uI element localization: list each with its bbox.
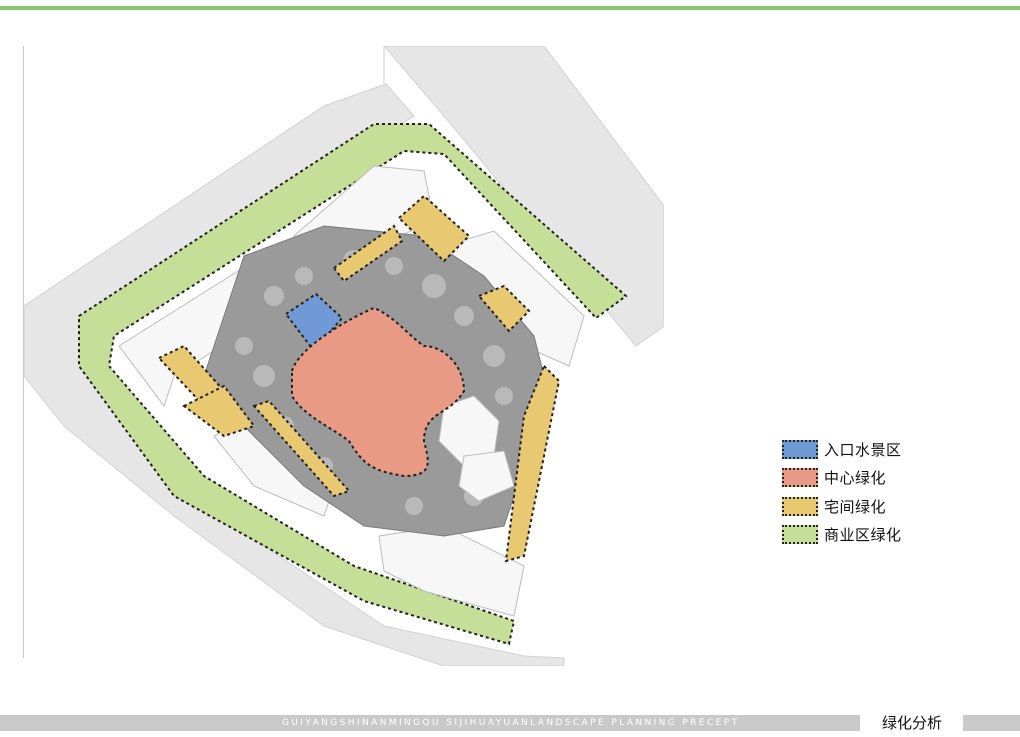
legend-item-inter-building-green: 宅间绿化 <box>782 495 952 517</box>
legend-item-central-green: 中心绿化 <box>782 467 952 489</box>
legend-label-central-green: 中心绿化 <box>824 469 887 487</box>
legend-swatch-commercial-green <box>782 525 818 544</box>
site-plan-map <box>23 45 665 667</box>
legend-swatch-entrance-water <box>782 439 818 459</box>
footer-subtitle: GUIYANGSHINANMINGQU SIJIHUAYUANLANDSCAPE… <box>282 718 740 728</box>
legend-label-commercial-green: 商业区绿化 <box>824 526 902 544</box>
legend-label-entrance-water: 入口水景区 <box>824 440 902 459</box>
legend-item-entrance-water: 入口水景区 <box>782 438 952 460</box>
legend: 入口水景区 中心绿化 宅间绿化 商业区绿化 <box>782 438 952 552</box>
legend-swatch-central-green <box>782 468 818 487</box>
footer-end-bar <box>963 715 1020 731</box>
legend-item-commercial-green: 商业区绿化 <box>782 524 952 546</box>
legend-swatch-inter-building-green <box>782 496 818 516</box>
top-accent-bar <box>0 6 1020 10</box>
legend-label-inter-building-green: 宅间绿化 <box>824 497 887 516</box>
page-title: 绿化分析 <box>881 714 942 732</box>
